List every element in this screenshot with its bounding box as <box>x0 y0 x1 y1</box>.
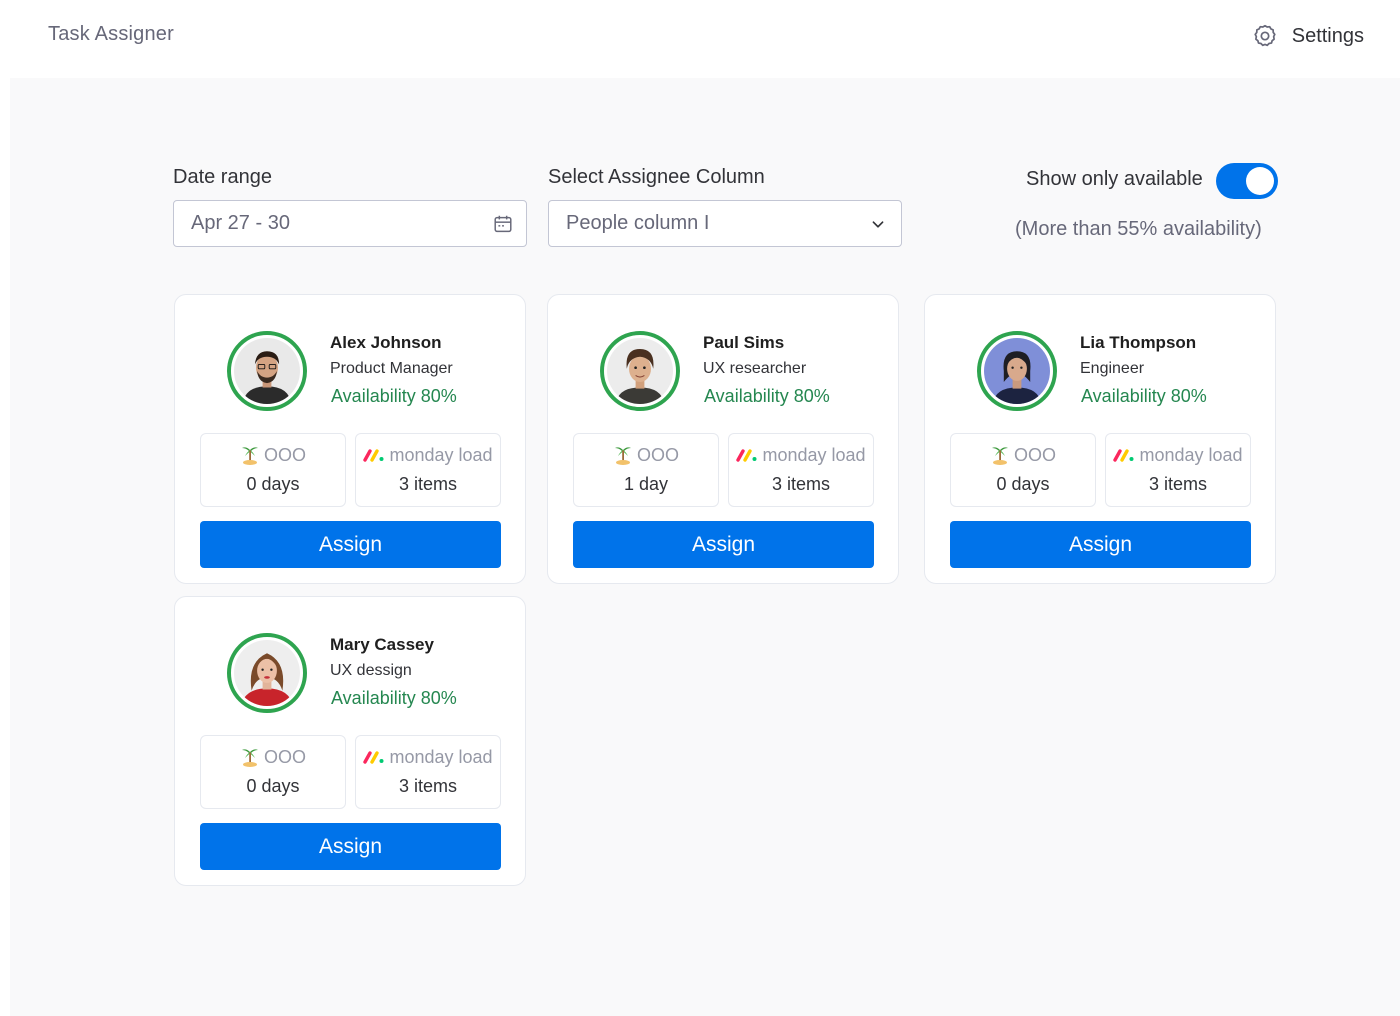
ooo-label: OOO <box>636 444 679 465</box>
top-bar: Task Assigner Settings <box>0 0 1400 78</box>
palm-tree-icon <box>241 447 258 465</box>
person-card: Mary Cassey UX dessign Availability 80% … <box>174 596 526 886</box>
calendar-icon <box>494 215 512 232</box>
avatar <box>234 640 300 706</box>
monday-logo-icon <box>363 751 384 764</box>
ooo-label: OOO <box>263 444 306 465</box>
date-range-label: Date range <box>173 166 272 188</box>
person-role: Product Manager <box>330 360 453 377</box>
toggle-knob <box>1246 167 1274 195</box>
load-label: monday load <box>389 444 493 465</box>
app-title: Task Assigner <box>48 23 174 45</box>
load-label: monday load <box>389 746 493 767</box>
availability-ring <box>977 331 1057 411</box>
monday-load-stat: monday load 3 items <box>355 433 501 507</box>
assignee-column-label: Select Assignee Column <box>548 166 765 188</box>
settings-button[interactable]: Settings <box>1252 20 1364 52</box>
availability-label: Availability 80% <box>704 386 830 406</box>
availability-label: Availability 80% <box>1081 386 1207 406</box>
date-range-picker[interactable]: Apr 27 - 30 <box>173 200 527 247</box>
avatar <box>984 338 1050 404</box>
ooo-label: OOO <box>1013 444 1056 465</box>
ooo-value: 0 days <box>246 474 300 494</box>
availability-note: (More than 55% availability) <box>1015 218 1262 240</box>
load-label: monday load <box>1139 444 1243 465</box>
availability-ring <box>227 331 307 411</box>
availability-label: Availability 80% <box>331 386 457 406</box>
date-range-value: Apr 27 - 30 <box>191 212 290 234</box>
assignee-column-select[interactable]: People column I <box>548 200 902 247</box>
availability-ring <box>600 331 680 411</box>
person-card: Alex Johnson Product Manager Availabilit… <box>174 294 526 584</box>
monday-load-stat: monday load 3 items <box>1105 433 1251 507</box>
person-name: Lia Thompson <box>1080 333 1197 352</box>
assign-button[interactable]: Assign <box>950 521 1251 568</box>
load-label: monday load <box>762 444 866 465</box>
load-value: 3 items <box>398 776 458 796</box>
chevron-down-icon <box>872 220 884 228</box>
settings-label: Settings <box>1291 24 1364 47</box>
availability-label: Availability 80% <box>331 688 457 708</box>
show-available-label: Show only available <box>1026 168 1203 190</box>
gear-icon <box>1254 24 1276 47</box>
monday-load-stat: monday load 3 items <box>728 433 874 507</box>
ooo-value: 0 days <box>996 474 1050 494</box>
assignee-column-value: People column I <box>566 212 710 234</box>
ooo-stat: OOO 0 days <box>200 735 346 809</box>
ooo-stat: OOO 1 day <box>573 433 719 507</box>
monday-logo-icon <box>1113 449 1134 462</box>
monday-logo-icon <box>363 449 384 462</box>
ooo-value: 0 days <box>246 776 300 796</box>
person-card: Paul Sims UX researcher Availability 80%… <box>547 294 899 584</box>
monday-load-stat: monday load 3 items <box>355 735 501 809</box>
monday-logo-icon <box>736 449 757 462</box>
assign-button[interactable]: Assign <box>200 521 501 568</box>
ooo-stat: OOO 0 days <box>200 433 346 507</box>
load-value: 3 items <box>398 474 458 494</box>
person-name: Paul Sims <box>703 333 785 352</box>
person-role: UX researcher <box>703 360 807 377</box>
main-panel: Date range Apr 27 - 30 Select Assignee C… <box>10 78 1400 1016</box>
ooo-value: 1 day <box>623 474 669 494</box>
person-card: Lia Thompson Engineer Availability 80% O… <box>924 294 1276 584</box>
availability-ring <box>227 633 307 713</box>
assign-button[interactable]: Assign <box>200 823 501 870</box>
person-name: Mary Cassey <box>330 635 434 654</box>
person-name: Alex Johnson <box>330 333 442 352</box>
palm-tree-icon <box>991 447 1008 465</box>
avatar <box>607 338 673 404</box>
load-value: 3 items <box>1148 474 1208 494</box>
ooo-stat: OOO 0 days <box>950 433 1096 507</box>
avatar <box>234 338 300 404</box>
show-available-toggle[interactable] <box>1216 163 1278 199</box>
person-role: Engineer <box>1080 360 1145 377</box>
assign-button[interactable]: Assign <box>573 521 874 568</box>
ooo-label: OOO <box>263 746 306 767</box>
person-role: UX dessign <box>330 662 412 679</box>
palm-tree-icon <box>614 447 631 465</box>
palm-tree-icon <box>241 749 258 767</box>
load-value: 3 items <box>771 474 831 494</box>
